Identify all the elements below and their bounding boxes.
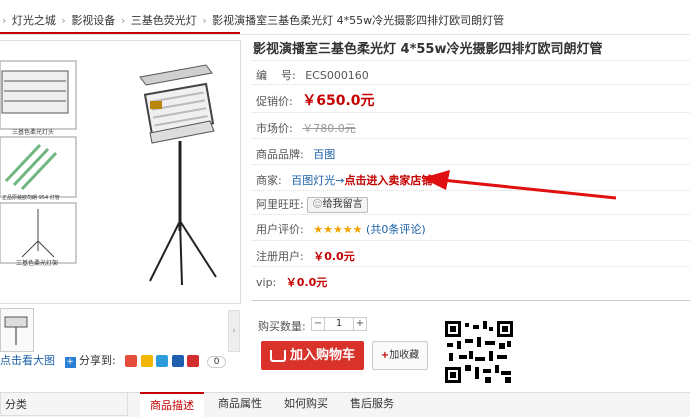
- share-plus-icon: +: [64, 357, 76, 368]
- plus-icon: +: [380, 350, 390, 361]
- divider: [252, 240, 690, 241]
- sku-label: 编 号:: [256, 69, 296, 82]
- caption-lamp-head: 三基色柔光灯头: [12, 128, 54, 136]
- qr-code-image: [445, 321, 513, 383]
- market-price-label: 市场价:: [256, 122, 293, 135]
- thumbnail-image[interactable]: [0, 308, 34, 352]
- caption-stand: 三基色柔光灯架: [16, 259, 58, 267]
- rating-stars-icon: ★★★★★: [313, 223, 363, 236]
- rating-count-link[interactable]: (共0条评论): [366, 223, 426, 236]
- caption-tube: 正品原装欧司朗 954 灯管: [2, 194, 60, 201]
- breadcrumb-sep: ›: [61, 14, 66, 27]
- vip-price-label: vip:: [256, 276, 277, 289]
- breadcrumb: › 灯光之城 › 影视设备 › 三基色荧光灯 › 影视演播室三基色柔光灯 4*5…: [0, 0, 690, 35]
- brand-link[interactable]: 百图: [313, 148, 335, 161]
- promo-price-label: 促销价:: [256, 95, 293, 108]
- thumbnail-next-icon[interactable]: ›: [228, 310, 240, 352]
- divider: [252, 138, 690, 139]
- product-image[interactable]: 三基色柔光灯头 正品原装欧司朗 954 灯管 三基色柔光灯架: [0, 40, 241, 304]
- divider: [252, 60, 690, 61]
- member-price-value: ￥0.0元: [313, 250, 355, 263]
- add-favorite-button[interactable]: +加收藏: [372, 341, 428, 370]
- member-price-label: 注册用户:: [256, 250, 304, 263]
- breadcrumb-current: 影视演播室三基色柔光灯 4*55w冷光摄影四排灯欧司朗灯管: [212, 14, 505, 27]
- share-count: 0: [206, 356, 227, 368]
- tab-description[interactable]: 商品描述: [140, 392, 204, 418]
- qty-input[interactable]: 1: [325, 317, 353, 331]
- promo-price-value: ￥650.0元: [302, 93, 375, 109]
- quantity-stepper: −1 +: [311, 317, 367, 331]
- seller-row: 商家: 百图灯光→点击进入卖家店铺: [256, 172, 432, 188]
- sku-value: ECS000160: [305, 69, 369, 82]
- breadcrumb-sep: ›: [202, 14, 207, 27]
- annotation-arrow-icon: [422, 170, 617, 200]
- add-favorite-label: 加收藏: [389, 350, 420, 361]
- share-tencent-icon[interactable]: [156, 355, 169, 367]
- divider: [252, 112, 690, 113]
- cart-icon: [269, 349, 286, 362]
- vip-price-value: ￥0.0元: [285, 276, 328, 289]
- breadcrumb-link-category[interactable]: 影视设备: [71, 14, 115, 27]
- sku-row: 编 号: ECS000160: [256, 67, 369, 83]
- product-photo-illustration: 三基色柔光灯头 正品原装欧司朗 954 灯管 三基色柔光灯架: [0, 60, 217, 286]
- breadcrumb-sep: ›: [120, 14, 126, 27]
- product-title: 影视演播室三基色柔光灯 4*55w冷光摄影四排灯欧司朗灯管: [253, 42, 603, 57]
- breadcrumb-underline: [0, 32, 240, 34]
- tab-attributes[interactable]: 商品属性: [208, 392, 272, 416]
- promo-price-row: 促销价: ￥650.0元: [256, 90, 375, 110]
- tab-how-to-buy[interactable]: 如何购买: [274, 392, 338, 416]
- market-price-row: 市场价: ￥780.0元: [256, 120, 356, 136]
- share-label: 分享到:: [79, 354, 116, 367]
- divider: [252, 300, 690, 301]
- market-price-value: ￥780.0元: [302, 122, 356, 135]
- zoom-link[interactable]: 点击看大图: [0, 354, 55, 367]
- qty-plus-button[interactable]: +: [353, 317, 367, 331]
- qty-minus-button[interactable]: −: [311, 317, 325, 331]
- brand-row: 商品品牌: 百图: [256, 146, 335, 162]
- leave-message-button[interactable]: ☺给我留言: [307, 197, 368, 213]
- add-to-cart-label: 加入购物车: [289, 348, 355, 363]
- category-panel-header: 分类: [0, 392, 128, 416]
- add-to-cart-button[interactable]: 加入购物车: [261, 341, 364, 370]
- seller-label: 商家:: [256, 174, 282, 187]
- wangwang-label: 阿里旺旺:: [256, 198, 304, 211]
- share-weibo-icon[interactable]: [125, 355, 138, 367]
- breadcrumb-link-subcategory[interactable]: 三基色荧光灯: [131, 14, 197, 27]
- divider: [252, 266, 690, 267]
- vip-price-row: vip: ￥0.0元: [256, 274, 327, 290]
- rating-row: 用户评价: ★★★★★ (共0条评论): [256, 221, 426, 237]
- share-qzone-icon[interactable]: [140, 355, 153, 367]
- wangwang-row: 阿里旺旺: ☺给我留言: [256, 196, 368, 213]
- breadcrumb-link-home[interactable]: 灯光之城: [12, 14, 56, 27]
- seller-name-link[interactable]: 百图灯光: [291, 174, 335, 187]
- rating-label: 用户评价:: [256, 223, 304, 236]
- member-price-row: 注册用户: ￥0.0元: [256, 248, 355, 264]
- brand-label: 商品品牌:: [256, 148, 304, 161]
- chat-bubble-icon: ☺: [312, 199, 323, 210]
- divider: [252, 214, 690, 215]
- breadcrumb-sep: ›: [2, 14, 7, 27]
- leave-message-label: 给我留言: [322, 199, 363, 210]
- tab-after-sales[interactable]: 售后服务: [340, 392, 404, 416]
- share-kaixin-icon[interactable]: [187, 355, 200, 367]
- divider: [252, 164, 690, 165]
- share-renren-icon[interactable]: [171, 355, 184, 367]
- qty-label: 购买数量:: [258, 320, 306, 333]
- breadcrumb-items: › 灯光之城 › 影视设备 › 三基色荧光灯 › 影视演播室三基色柔光灯 4*5…: [0, 12, 504, 28]
- share-bar: 点击看大图 + 分享到: 0: [0, 352, 227, 368]
- thumbnail-strip: ›: [0, 306, 240, 354]
- divider: [252, 84, 690, 85]
